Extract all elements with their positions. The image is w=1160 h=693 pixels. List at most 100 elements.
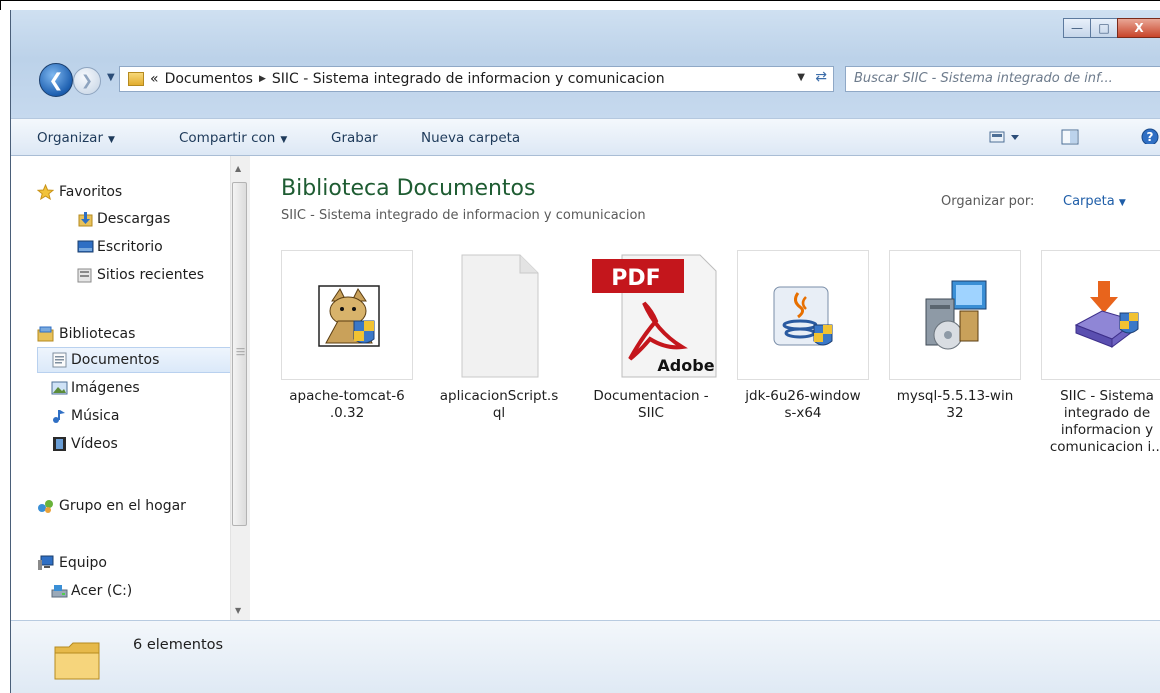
share-label: Compartir con xyxy=(179,130,276,146)
folder-icon xyxy=(54,642,100,680)
homegroup-icon xyxy=(38,500,53,513)
close-button[interactable]: X xyxy=(1117,18,1160,38)
file-view: Biblioteca Documentos SIIC - Sistema int… xyxy=(251,156,1160,620)
chevron-down-icon: ▼ xyxy=(280,135,288,145)
file-label: jdk-6u26-window s-x64 xyxy=(728,388,878,422)
refresh-icon[interactable]: ⇄ xyxy=(815,69,827,85)
file-label-line: informacion y xyxy=(1060,422,1154,438)
java-installer-icon xyxy=(773,286,833,346)
window-controls: — □ X xyxy=(1063,18,1160,40)
music-icon xyxy=(53,410,65,423)
scroll-up-icon[interactable]: ▲ xyxy=(235,164,241,173)
file-label-line: SIIC xyxy=(638,405,664,421)
chevron-down-icon: ▼ xyxy=(108,135,115,145)
scroll-grip-icon: — — — xyxy=(236,344,245,360)
star-icon xyxy=(37,184,54,200)
file-tile[interactable] xyxy=(1041,250,1160,380)
minimize-button[interactable]: — xyxy=(1063,18,1091,38)
folder-icon xyxy=(128,72,144,86)
sidebar-item-equipo[interactable]: Equipo xyxy=(59,552,107,574)
breadcrumb-siic[interactable]: SIIC - Sistema integrado de informacion … xyxy=(272,71,665,87)
item-count: 6 elementos xyxy=(133,637,224,653)
file-tile[interactable]: PDF Adobe xyxy=(585,250,717,380)
file-label-line: 32 xyxy=(946,405,964,421)
sidebar-item-grupo-en-el-hogar[interactable]: Grupo en el hogar xyxy=(59,495,186,517)
file-label-line: aplicacionScript.s xyxy=(439,388,559,404)
new-folder-button[interactable]: Nueva carpeta xyxy=(421,130,520,146)
breadcrumb-documentos[interactable]: Documentos xyxy=(165,71,253,87)
sidebar-item-imagenes[interactable]: Imágenes xyxy=(71,377,140,399)
explorer-window: — □ X ❮ ❯ ▼ « Documentos ▶ SIIC - Sistem… xyxy=(10,10,1160,693)
file-label-line: s-x64 xyxy=(784,405,822,421)
address-bar[interactable]: « Documentos ▶ SIIC - Sistema integrado … xyxy=(119,66,834,92)
help-icon[interactable]: ? xyxy=(1141,128,1159,144)
videos-icon xyxy=(53,437,66,451)
pdf-icon: PDF Adobe xyxy=(592,254,717,378)
file-label: aplicacionScript.s ql xyxy=(424,388,574,422)
back-button[interactable]: ❮ xyxy=(39,63,73,97)
file-label: apache-tomcat-6 .0.32 xyxy=(272,388,422,422)
share-menu[interactable]: Compartir con ▼ xyxy=(179,130,287,146)
desktop-icon xyxy=(77,240,94,253)
sidebar-item-favoritos[interactable]: Favoritos xyxy=(59,181,122,203)
arrange-by-label: Organizar por: xyxy=(941,194,1035,209)
computer-icon xyxy=(38,555,54,570)
file-label-line: jdk-6u26-window xyxy=(745,388,861,404)
sidebar-item-escritorio[interactable]: Escritorio xyxy=(97,236,163,258)
sidebar-item-bibliotecas[interactable]: Bibliotecas xyxy=(59,323,135,345)
file-label-line: apache-tomcat-6 xyxy=(289,388,405,404)
address-history-dropdown-icon[interactable]: ▼ xyxy=(797,72,805,83)
sidebar-item-documentos[interactable]: Documentos xyxy=(71,349,159,371)
forward-arrow-icon: ❯ xyxy=(81,73,93,89)
adobe-wordmark: Adobe xyxy=(657,356,714,375)
file-label-line: .0.32 xyxy=(329,405,365,421)
forward-button[interactable]: ❯ xyxy=(73,67,101,95)
organize-label: Organizar xyxy=(37,130,103,146)
file-tile[interactable] xyxy=(737,250,869,380)
images-icon xyxy=(51,381,68,395)
file-label-line: mysql-5.5.13-win xyxy=(896,388,1014,404)
view-options-icon[interactable] xyxy=(989,129,1021,145)
file-label-line: integrado de xyxy=(1063,405,1151,421)
pdf-badge-text: PDF xyxy=(611,266,660,291)
scroll-down-icon[interactable]: ▼ xyxy=(235,606,241,615)
breadcrumb-overflow[interactable]: « xyxy=(150,71,159,87)
arrange-by-dropdown[interactable]: Carpeta ▼ xyxy=(1063,194,1126,209)
command-bar: Organizar ▼ Compartir con ▼ Grabar Nueva c… xyxy=(11,118,1160,156)
file-tile[interactable] xyxy=(433,250,565,380)
search-input[interactable]: Buscar SIIC - Sistema integrado de inf..… xyxy=(845,66,1160,92)
downloads-icon xyxy=(78,212,93,227)
file-label: Documentacion - SIIC xyxy=(576,388,726,422)
blank-file-icon xyxy=(461,254,539,378)
hard-drive-icon xyxy=(51,585,68,598)
library-subtitle: SIIC - Sistema integrado de informacion … xyxy=(281,208,646,223)
file-label-line: comunicacion i... xyxy=(1049,439,1160,455)
chevron-down-icon: ▼ xyxy=(1118,198,1126,208)
file-label: SIIC - Sistema integrado de informacion … xyxy=(1032,388,1160,456)
sidebar-item-acer-c[interactable]: Acer (C:) xyxy=(71,580,132,602)
preview-pane-icon[interactable] xyxy=(1061,129,1079,145)
recent-places-icon xyxy=(77,268,92,283)
sidebar-item-sitios-recientes[interactable]: Sitios recientes xyxy=(97,264,204,286)
sidebar-item-videos[interactable]: Vídeos xyxy=(71,433,118,455)
navigation-pane: Favoritos Descargas Escritorio Sitios re… xyxy=(11,156,240,620)
burn-button[interactable]: Grabar xyxy=(331,130,378,146)
title-bar: — □ X ❮ ❯ ▼ « Documentos ▶ SIIC - Sistem… xyxy=(11,10,1160,118)
navigation-bar: ❮ ❯ ▼ « Documentos ▶ SIIC - Sistema inte… xyxy=(11,60,1160,97)
libraries-icon xyxy=(37,326,54,342)
breadcrumb-separator-icon[interactable]: ▶ xyxy=(259,74,266,84)
sidebar-item-musica[interactable]: Música xyxy=(71,405,119,427)
file-tile[interactable] xyxy=(281,250,413,380)
recent-pages-dropdown-icon[interactable]: ▼ xyxy=(107,72,115,83)
file-tile[interactable] xyxy=(889,250,1021,380)
maximize-button[interactable]: □ xyxy=(1090,18,1118,38)
sidebar-item-descargas[interactable]: Descargas xyxy=(97,208,170,230)
tomcat-installer-icon xyxy=(318,285,380,347)
organize-menu[interactable]: Organizar ▼ xyxy=(37,130,115,146)
file-label-line: SIIC - Sistema xyxy=(1060,388,1154,404)
library-title: Biblioteca Documentos xyxy=(281,176,536,201)
file-label: mysql-5.5.13-win 32 xyxy=(880,388,1030,422)
back-arrow-icon: ❮ xyxy=(48,69,64,91)
file-label-line: Documentacion - xyxy=(593,388,709,404)
setup-installer-icon xyxy=(925,280,987,350)
